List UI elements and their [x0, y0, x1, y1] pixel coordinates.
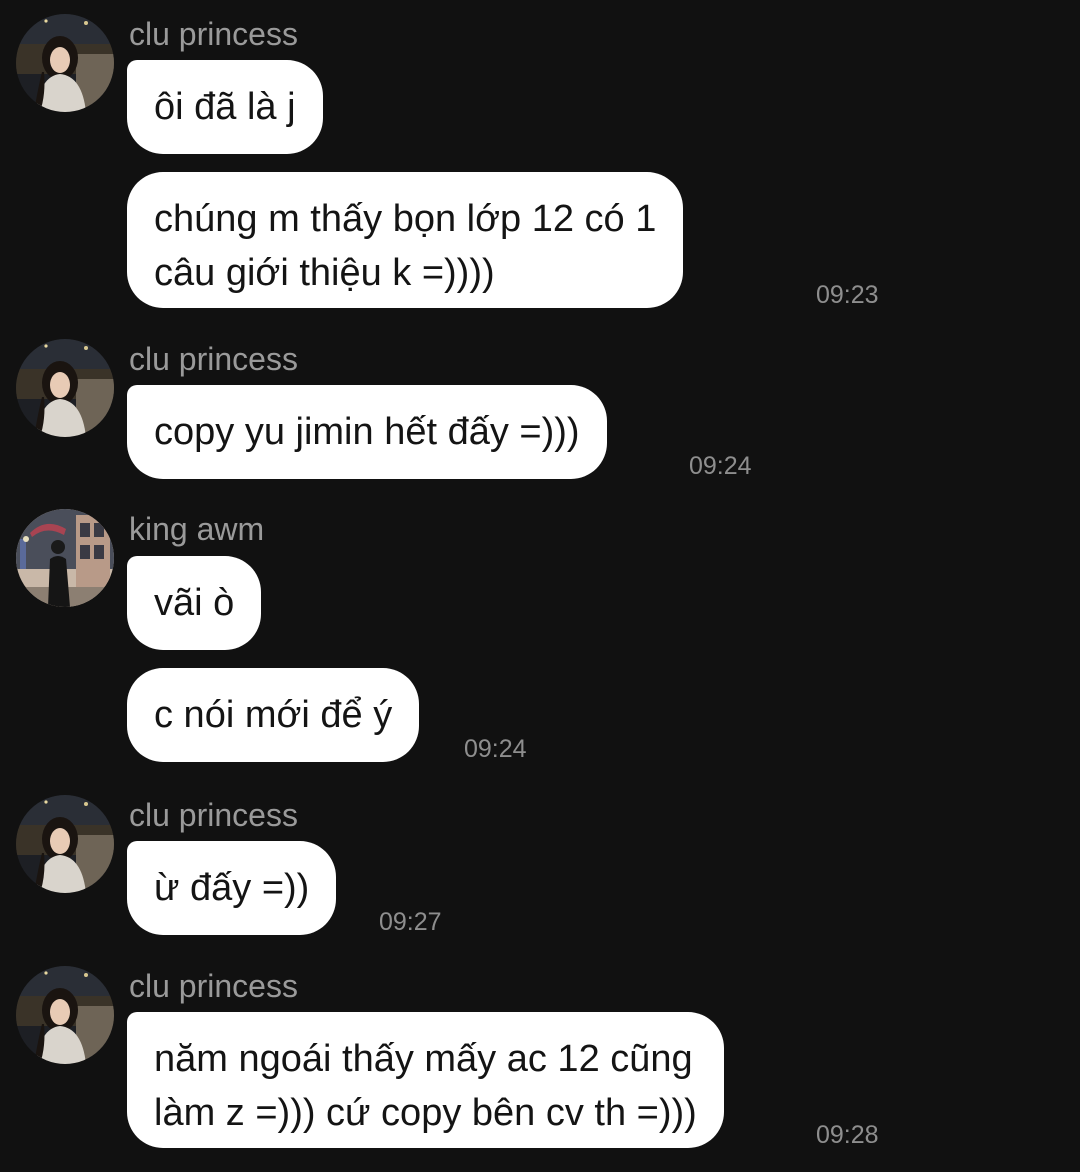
chat-thread: clu princess ôi đã là j chúng m thấy bọn…	[0, 0, 1080, 1172]
message-timestamp: 09:27	[379, 908, 442, 936]
message-timestamp: 09:24	[464, 735, 527, 763]
message-text: c nói mới để ý	[154, 694, 393, 736]
avatar-image	[16, 509, 114, 607]
message-bubble[interactable]: vãi ò	[127, 556, 262, 650]
avatar[interactable]	[16, 966, 114, 1064]
message-text: làm z =))) cứ copy bên cv th =)))	[154, 1092, 697, 1134]
message-bubble[interactable]: c nói mới để ý	[127, 668, 420, 762]
message-text: ừ đấy =))	[154, 867, 310, 909]
avatar-image	[16, 339, 114, 437]
sender-name: clu princess	[129, 16, 298, 52]
sender-name: clu princess	[129, 797, 298, 833]
message-text: ôi đã là j	[154, 86, 296, 128]
sender-name: clu princess	[129, 341, 298, 377]
message-bubble[interactable]: ôi đã là j	[127, 60, 323, 154]
message-timestamp: 09:24	[689, 452, 752, 480]
avatar-image	[16, 14, 114, 112]
avatar[interactable]	[16, 795, 114, 893]
message-bubble[interactable]: năm ngoái thấy mấy ac 12 cũng làm z =)))…	[127, 1012, 724, 1148]
message-text: vãi ò	[154, 582, 235, 624]
message-bubble[interactable]: copy yu jimin hết đấy =)))	[127, 385, 607, 479]
message-text: copy yu jimin hết đấy =)))	[154, 411, 580, 453]
message-text: câu giới thiệu k =))))	[154, 252, 495, 294]
avatar[interactable]	[16, 509, 114, 607]
avatar[interactable]	[16, 14, 114, 112]
avatar-image	[16, 795, 114, 893]
sender-name: clu princess	[129, 968, 298, 1004]
sender-name: king awm	[129, 511, 265, 547]
avatar-image	[16, 966, 114, 1064]
message-text: chúng m thấy bọn lớp 12 có 1	[154, 198, 657, 240]
avatar[interactable]	[16, 339, 114, 437]
message-timestamp: 09:23	[816, 281, 879, 309]
message-bubble[interactable]: ừ đấy =))	[127, 841, 337, 935]
message-bubble[interactable]: chúng m thấy bọn lớp 12 có 1 câu giới th…	[127, 172, 684, 308]
message-text: năm ngoái thấy mấy ac 12 cũng	[154, 1038, 693, 1080]
message-timestamp: 09:28	[816, 1121, 879, 1149]
